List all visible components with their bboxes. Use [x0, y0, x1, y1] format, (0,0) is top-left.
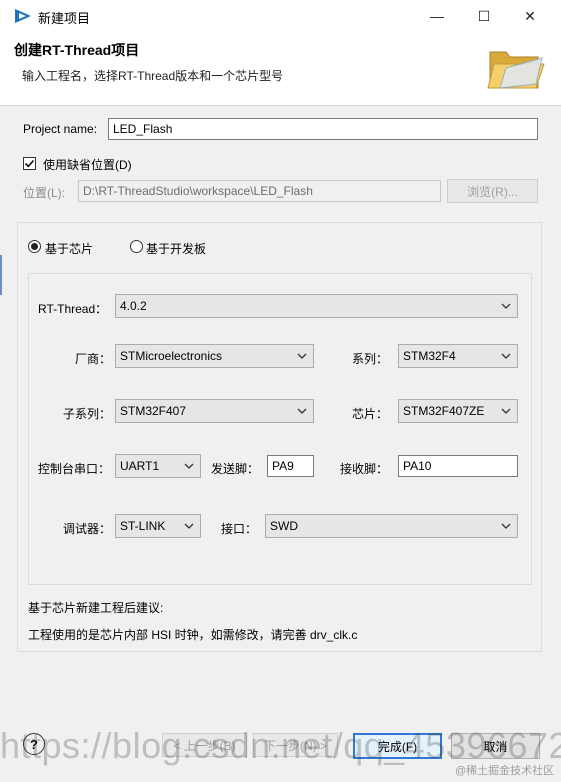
console-uart-value: UART1 — [120, 459, 160, 473]
rtthread-version-value: 4.0.2 — [120, 299, 147, 313]
interface-select[interactable]: SWD — [265, 514, 518, 538]
interface-value: SWD — [270, 519, 298, 533]
board-mode-radio[interactable] — [130, 240, 143, 253]
series-label: 系列： — [352, 352, 389, 366]
debugger-value: ST-LINK — [120, 519, 166, 533]
vendor-value: STMicroelectronics — [120, 349, 223, 363]
rtthread-version-select[interactable]: 4.0.2 — [115, 294, 518, 318]
chevron-down-icon — [184, 523, 194, 529]
cancel-button[interactable]: 取消 — [451, 733, 540, 759]
chip-config-group — [28, 273, 532, 585]
debugger-label: 调试器： — [63, 522, 112, 536]
minimize-button[interactable]: — — [414, 0, 460, 32]
rx-pin-label: 接收脚： — [340, 462, 389, 476]
chip-mode-radio[interactable] — [28, 240, 41, 253]
series-select[interactable]: STM32F4 — [398, 344, 518, 368]
rx-pin-input[interactable]: PA10 — [398, 455, 518, 477]
tx-pin-input[interactable]: PA9 — [267, 455, 314, 477]
help-icon[interactable]: ? — [23, 733, 45, 755]
advice-text: 工程使用的是芯片内部 HSI 时钟，如需修改，请完善 drv_clk.c — [28, 628, 358, 642]
project-name-label: Project name: — [23, 122, 98, 136]
interface-label: 接口： — [221, 522, 258, 536]
console-uart-select[interactable]: UART1 — [115, 454, 201, 478]
banner-title: 创建RT-Thread项目 — [14, 42, 140, 58]
community-watermark: @稀土掘金技术社区 — [455, 765, 555, 777]
back-button[interactable]: < 上一步(B) — [162, 733, 247, 757]
chevron-down-icon — [501, 523, 511, 529]
console-uart-label: 控制台串口： — [38, 462, 111, 476]
banner-description: 输入工程名，选择RT-Thread版本和一个芯片型号 — [22, 69, 284, 83]
background-edge — [0, 255, 6, 295]
next-button[interactable]: 下一步(N) > — [253, 733, 338, 757]
vendor-label: 厂商： — [75, 352, 112, 366]
chevron-down-icon — [184, 463, 194, 469]
chip-select[interactable]: STM32F407ZE — [398, 399, 518, 423]
radio-selected-dot — [31, 243, 38, 250]
subseries-label: 子系列： — [63, 407, 112, 421]
vendor-select[interactable]: STMicroelectronics — [115, 344, 314, 368]
folder-icon — [487, 51, 545, 89]
chip-label: 芯片： — [352, 407, 389, 421]
chevron-down-icon — [297, 408, 307, 414]
project-name-input[interactable]: LED_Flash — [108, 118, 538, 140]
chevron-down-icon — [501, 353, 511, 359]
debugger-select[interactable]: ST-LINK — [115, 514, 201, 538]
window-title: 新建项目 — [38, 11, 91, 26]
use-default-location-checkbox[interactable] — [23, 157, 36, 170]
location-input[interactable]: D:\RT-ThreadStudio\workspace\LED_Flash — [78, 180, 441, 202]
series-value: STM32F4 — [403, 349, 456, 363]
use-default-location-label: 使用缺省位置(D) — [43, 158, 132, 172]
maximize-button[interactable]: ☐ — [461, 0, 507, 32]
chip-value: STM32F407ZE — [403, 404, 485, 418]
close-button[interactable]: ✕ — [507, 0, 553, 32]
tx-pin-label: 发送脚： — [211, 462, 260, 476]
chevron-down-icon — [297, 353, 307, 359]
chevron-down-icon — [501, 408, 511, 414]
chip-mode-label: 基于芯片 — [45, 242, 94, 256]
checkmark-icon — [24, 159, 35, 168]
finish-button[interactable]: 完成(F) — [353, 733, 442, 759]
subseries-select[interactable]: STM32F407 — [115, 399, 314, 423]
location-label: 位置(L): — [23, 186, 66, 200]
advice-title: 基于芯片新建工程后建议: — [28, 601, 164, 615]
chevron-down-icon — [501, 303, 511, 309]
browse-button[interactable]: 浏览(R)... — [447, 179, 538, 203]
rt-thread-app-icon — [15, 9, 31, 23]
subseries-value: STM32F407 — [120, 404, 187, 418]
board-mode-label: 基于开发板 — [146, 242, 207, 256]
rtthread-version-label: RT-Thread： — [38, 302, 108, 316]
